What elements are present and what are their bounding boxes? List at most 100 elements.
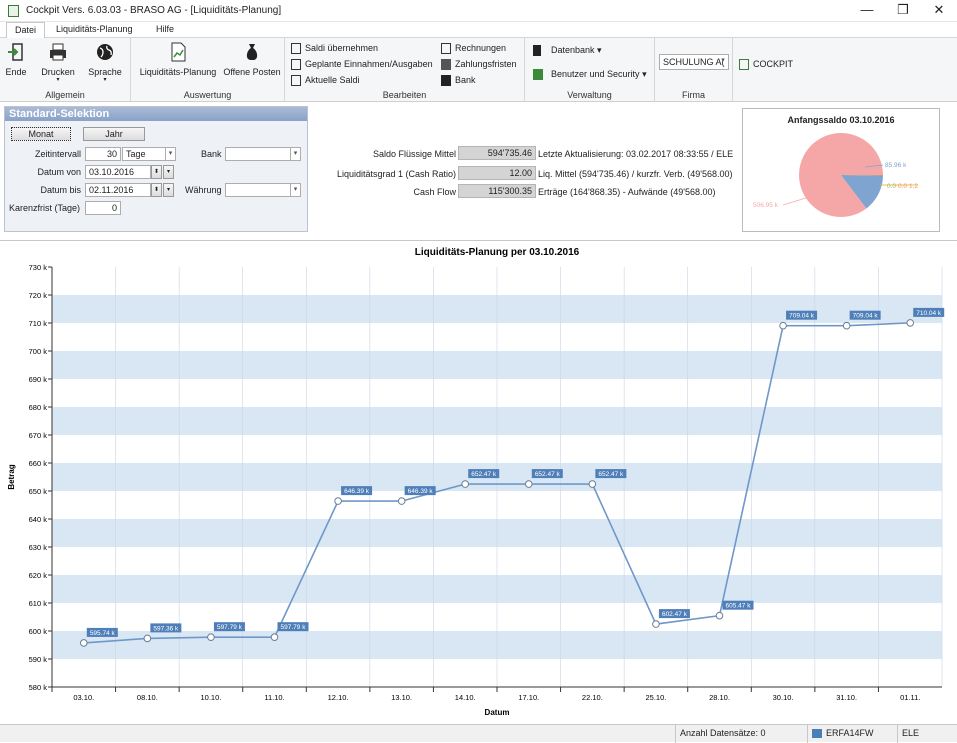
y-tick-label: 690 k bbox=[29, 375, 48, 384]
waehrung-select[interactable]: ▾ bbox=[225, 183, 301, 197]
jahr-button[interactable]: Jahr bbox=[83, 127, 145, 141]
cockpit-button[interactable]: COCKPIT bbox=[739, 58, 793, 72]
y-tick-label: 640 k bbox=[29, 515, 48, 524]
users-icon bbox=[533, 69, 543, 80]
liquiditaets-planung-button[interactable]: Liquiditäts-Planung bbox=[137, 42, 219, 77]
benutzer-security-button[interactable]: Benutzer und Security ▾ bbox=[533, 68, 647, 82]
saldi-uebernehmen-button[interactable]: Saldi übernehmen bbox=[291, 42, 378, 56]
ende-button[interactable]: Ende bbox=[4, 42, 28, 77]
menu-datei[interactable]: Datei bbox=[6, 22, 46, 38]
offene-posten-button[interactable]: Offene Posten bbox=[223, 42, 281, 77]
datum-von-input[interactable]: 03.10.2016 bbox=[85, 165, 151, 179]
money-bag-icon bbox=[246, 44, 258, 60]
datenbank-button[interactable]: Datenbank ▾ bbox=[533, 44, 602, 58]
y-tick-label: 650 k bbox=[29, 487, 48, 496]
zeitintervall-unit-value: Tage bbox=[126, 149, 146, 159]
x-tick-label: 25.10. bbox=[645, 693, 666, 702]
datum-von-spinner[interactable]: ⬍ bbox=[151, 165, 162, 179]
datum-von-dropdown[interactable]: ▾ bbox=[163, 165, 174, 179]
menu-bar: Datei Liquiditäts-Planung Hilfe bbox=[0, 22, 957, 38]
transfer-icon bbox=[291, 43, 301, 54]
geplante-einnahmen-button[interactable]: Geplante Einnahmen/Ausgaben bbox=[291, 58, 433, 72]
line-chart: Liquiditäts-Planung per 03.10.2016 580 k 5… bbox=[7, 247, 945, 717]
zahlungsfristen-button[interactable]: Zahlungsfristen bbox=[441, 58, 517, 72]
host-name-text: ERFA14FW bbox=[826, 728, 874, 738]
data-label: 595.74 k bbox=[90, 630, 116, 637]
monat-button[interactable]: Monat bbox=[11, 127, 71, 141]
x-tick-label: 14.10. bbox=[455, 693, 476, 702]
datum-von-label: Datum von bbox=[37, 167, 81, 177]
data-label: 652.47 k bbox=[598, 471, 624, 478]
y-tick-label: 660 k bbox=[29, 459, 48, 468]
document-icon bbox=[291, 75, 301, 86]
kpi-cashflow-label: Cash Flow bbox=[413, 187, 456, 197]
aktuelle-saldi-button[interactable]: Aktuelle Saldi bbox=[291, 74, 360, 88]
chevron-down-icon: ▾ bbox=[290, 148, 300, 160]
group-label-verwaltung: Verwaltung bbox=[567, 90, 612, 100]
bank-button[interactable]: Bank bbox=[441, 74, 476, 88]
data-label: 597.79 k bbox=[217, 624, 243, 631]
menu-liquiditaets-planung[interactable]: Liquiditäts-Planung bbox=[48, 22, 141, 38]
zeitintervall-input[interactable]: 30 bbox=[85, 147, 121, 161]
chevron-down-icon: ▾ bbox=[290, 184, 300, 196]
computer-icon bbox=[812, 729, 822, 738]
chevron-down-icon: ▾ bbox=[721, 57, 725, 64]
chart-title: Liquiditäts-Planung per 03.10.2016 bbox=[415, 247, 580, 258]
user-name: ELE bbox=[897, 725, 937, 743]
pie-label: 85.96 k bbox=[885, 162, 907, 169]
x-axis-label: Datum bbox=[485, 708, 510, 717]
firma-select[interactable]: SCHULUNG A(▾ bbox=[659, 54, 729, 70]
menu-hilfe[interactable]: Hilfe bbox=[148, 22, 182, 38]
x-tick-label: 12.10. bbox=[328, 693, 349, 702]
group-verwaltung: Datenbank ▾ Benutzer und Security ▾ Verw… bbox=[525, 38, 655, 102]
y-tick-label: 630 k bbox=[29, 543, 48, 552]
zeitintervall-unit-select[interactable]: Tage ▾ bbox=[122, 147, 176, 161]
database-icon bbox=[533, 45, 541, 56]
x-tick-label: 31.10. bbox=[836, 693, 857, 702]
datum-bis-dropdown[interactable]: ▾ bbox=[163, 183, 174, 197]
y-tick-label: 710 k bbox=[29, 319, 48, 328]
data-label: 709.04 k bbox=[789, 313, 815, 320]
y-tick-label: 620 k bbox=[29, 571, 48, 580]
group-label-auswertung: Auswertung bbox=[183, 90, 232, 100]
chevron-down-icon: ▾ bbox=[165, 148, 175, 160]
y-tick-label: 700 k bbox=[29, 347, 48, 356]
data-label: 646.39 k bbox=[344, 488, 370, 495]
minimize-button[interactable]: — bbox=[849, 0, 885, 22]
sprache-button[interactable]: Sprache ▾ bbox=[86, 42, 124, 83]
rechnungen-button[interactable]: Rechnungen bbox=[441, 42, 506, 56]
drucken-button[interactable]: Drucken ▾ bbox=[38, 42, 78, 83]
x-tick-label: 01.11. bbox=[900, 693, 920, 702]
bank-select[interactable]: ▾ bbox=[225, 147, 301, 161]
chart-document-icon bbox=[171, 42, 186, 62]
y-tick-label: 720 k bbox=[29, 291, 48, 300]
kpi-cashflow-value: 115'300.35 bbox=[458, 184, 536, 198]
bank-filter-label: Bank bbox=[201, 149, 222, 159]
data-label: 597.79 k bbox=[281, 624, 307, 631]
group-auswertung: Liquiditäts-Planung Offene Posten Auswer… bbox=[131, 38, 285, 102]
y-tick-label: 670 k bbox=[29, 431, 48, 440]
x-tick-label: 10.10. bbox=[200, 693, 221, 702]
datenbank-label: Datenbank bbox=[551, 45, 595, 55]
datum-bis-input[interactable]: 02.11.2016 bbox=[85, 183, 151, 197]
data-point bbox=[842, 321, 851, 330]
x-tick-label: 22.10. bbox=[582, 693, 603, 702]
datum-bis-spinner[interactable]: ⬍ bbox=[151, 183, 162, 197]
data-point bbox=[461, 480, 470, 488]
data-label: 646.39 k bbox=[408, 488, 434, 495]
restore-button[interactable]: ❐ bbox=[885, 0, 921, 22]
close-button[interactable]: ✕ bbox=[921, 0, 957, 22]
data-label: 652.47 k bbox=[471, 471, 497, 478]
data-point bbox=[143, 634, 152, 643]
x-tick-label: 17.10. bbox=[518, 693, 539, 702]
selection-header: Standard-Selektion bbox=[5, 107, 307, 121]
karenzfrist-input[interactable]: 0 bbox=[85, 201, 121, 215]
host-name: ERFA14FW bbox=[807, 725, 897, 743]
cockpit-inner: COCKPIT bbox=[739, 58, 793, 72]
y-tick-label: 610 k bbox=[29, 599, 48, 608]
data-point bbox=[779, 321, 787, 330]
data-label: 710.04 k bbox=[916, 310, 942, 317]
ende-label: Ende bbox=[5, 67, 27, 77]
pie-label: 0.0 bbox=[887, 183, 896, 190]
group-label-firma: Firma bbox=[682, 90, 705, 100]
